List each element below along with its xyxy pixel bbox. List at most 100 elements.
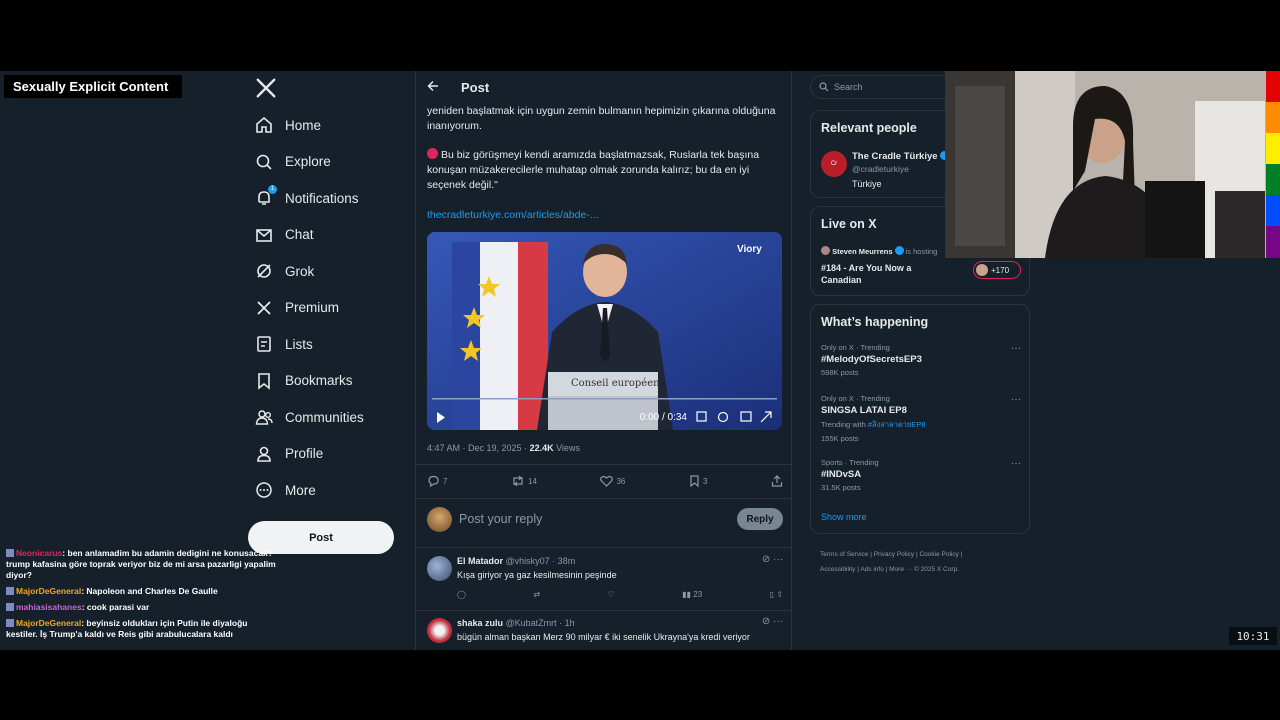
chat-username[interactable]: MajorDeGeneral (16, 618, 81, 628)
live-listeners[interactable]: +170 (973, 261, 1021, 279)
sidebar-item-label: Explore (285, 154, 331, 169)
avatar[interactable]: Cr (821, 151, 847, 177)
chat-username[interactable]: MajorDeGeneral (16, 586, 81, 596)
podium-text: Conseil européen (571, 378, 660, 389)
video-player[interactable]: Conseil européen Viory 0:00 / 0:34 (427, 232, 782, 430)
avatar (821, 246, 830, 255)
more-icon[interactable]: ··· (1011, 458, 1021, 469)
person-bio: Türkiye (852, 179, 882, 189)
post-views-label: Views (553, 443, 580, 453)
sidebar-item-explore[interactable]: Explore (255, 149, 331, 175)
red-circle-icon (427, 148, 438, 159)
sidebar-item-profile[interactable]: Profile (255, 441, 323, 467)
bookmark-action[interactable]: 3 (689, 475, 707, 487)
section-title: Relevant people (821, 121, 917, 135)
live-title[interactable]: #184 - Are You Now a Canadian (821, 262, 931, 286)
chat-username[interactable]: mahiasisahanes (16, 602, 82, 612)
chat-message: MajorDeGeneral: beyinsiz oldukları için … (6, 618, 248, 639)
sidebar-item-grok[interactable]: Grok (255, 258, 314, 284)
comment-handle: @KubatZmrt · 1h (505, 618, 575, 628)
divider (416, 498, 792, 499)
more-icon[interactable]: ⊘ ··· (762, 554, 783, 565)
comment-author[interactable]: shaka zulu (457, 618, 503, 628)
search-icon (255, 153, 273, 171)
trend-item[interactable]: Only on X · Trending #MelodyOfSecretsEP3 5… (821, 343, 1021, 377)
sidebar-item-premium[interactable]: Premium (255, 295, 339, 321)
trend-name: #MelodyOfSecretsEP3 (821, 354, 922, 365)
repost-action[interactable]: 14 (511, 475, 537, 487)
heart-icon[interactable]: ♡ (608, 590, 615, 599)
comment-header: shaka zulu @KubatZmrt · 1h (457, 618, 575, 628)
chat-message: MajorDeGeneral: Napoleon and Charles De … (6, 586, 281, 597)
avatar (427, 506, 452, 532)
comment-header: El Matador @vhisky07 · 38m (457, 556, 575, 566)
bookmark-icon (690, 475, 699, 487)
trend-item[interactable]: Sports · Trending #INDvSA 31.5K posts ··· (821, 458, 1021, 492)
divider (416, 610, 792, 611)
reply-button[interactable]: Reply (737, 508, 783, 530)
chat-message: Neonicarus: ben anlamadim bu adamin dedi… (6, 548, 276, 580)
sidebar-item-communities[interactable]: Communities (255, 404, 364, 430)
live-host[interactable]: Steven Meurrens is hosting (821, 246, 937, 256)
chat-badge-icon (6, 603, 14, 611)
repost-icon (513, 475, 523, 487)
x-logo-icon[interactable] (255, 77, 277, 99)
footer-line[interactable]: Accessibility | Ads info | More ··· © 20… (820, 562, 1020, 577)
section-title: Live on X (821, 217, 877, 231)
show-more-link[interactable]: Show more (821, 512, 867, 522)
footer-line[interactable]: Terms of Service | Privacy Policy | Cook… (820, 547, 1020, 562)
browser-frame: Sexually Explicit Content Home Explore 1 No… (0, 71, 1280, 650)
trend-name: SINGSA LATAI EP8 (821, 405, 907, 416)
like-action[interactable]: 36 (600, 475, 625, 487)
sidebar-item-home[interactable]: Home (255, 112, 321, 138)
reply-icon (428, 475, 439, 487)
reply-icon[interactable]: ◯ (457, 590, 466, 599)
chat-badge-icon (6, 587, 14, 595)
post-actions: 7 14 36 3 (427, 473, 783, 489)
reply-composer: Post your reply Reply (427, 506, 783, 532)
video-frame: Conseil européen Viory (427, 232, 782, 430)
avatar (427, 618, 452, 643)
bookmark-share[interactable]: ▯ ⇪ (770, 590, 783, 599)
reply-count: 7 (443, 476, 448, 486)
notification-badge: 1 (268, 185, 277, 194)
share-icon (771, 475, 783, 487)
repost-icon[interactable]: ⇄ (533, 590, 540, 599)
avatar (976, 264, 988, 276)
person-icon (255, 445, 273, 463)
search-icon (819, 82, 829, 92)
whats-happening: What’s happening Only on X · Trending #Me… (810, 304, 1030, 534)
people-icon (255, 408, 273, 426)
trend-context: Only on X · Trending (821, 394, 890, 403)
reply-input[interactable]: Post your reply (459, 512, 737, 526)
share-action[interactable] (771, 475, 783, 487)
sidebar-item-notifications[interactable]: 1 Notifications (255, 185, 359, 211)
post-text-line: yeniden başlatmak için uygun zemin bulma… (427, 105, 776, 132)
person-name[interactable]: The Cradle Türkiye (852, 151, 949, 162)
comment-actions: ◯ ⇄ ♡ ▮▮ 23 ▯ ⇪ (457, 590, 783, 599)
sidebar-item-label: Communities (285, 409, 364, 425)
webcam-overlay (945, 71, 1266, 258)
more-icon[interactable]: ··· (1011, 394, 1021, 405)
trend-item[interactable]: Only on X · Trending SINGSA LATAI EP8 Tren… (821, 394, 1021, 443)
sidebar-item-more[interactable]: More (255, 477, 316, 503)
divider (416, 464, 792, 465)
comment-author[interactable]: El Matador (457, 556, 503, 566)
views-count: 23 (693, 590, 703, 599)
reply-action[interactable]: 7 (427, 475, 447, 487)
sidebar-item-label: Profile (285, 446, 324, 461)
comment-text: Kışa giriyor ya gaz kesilmesinin peşinde (457, 570, 617, 580)
more-icon[interactable]: ⊘ ··· (762, 616, 783, 627)
sidebar-item-chat[interactable]: Chat (255, 222, 314, 248)
webcam-image (945, 71, 1266, 258)
sidebar-item-lists[interactable]: Lists (255, 331, 313, 357)
sidebar-item-bookmarks[interactable]: Bookmarks (255, 368, 353, 394)
views-action[interactable]: ▮▮ 23 (682, 590, 702, 599)
chat-message: mahiasisahanes: cook parasi var (6, 602, 281, 613)
more-icon[interactable]: ··· (1011, 343, 1021, 354)
chat-username[interactable]: Neonicarus (16, 548, 62, 558)
post-link[interactable]: thecradleturkiye.com/articles/abde-... (427, 209, 599, 221)
divider (416, 547, 792, 548)
content-warning-label: Sexually Explicit Content (4, 75, 182, 98)
back-arrow-icon[interactable] (427, 80, 451, 95)
